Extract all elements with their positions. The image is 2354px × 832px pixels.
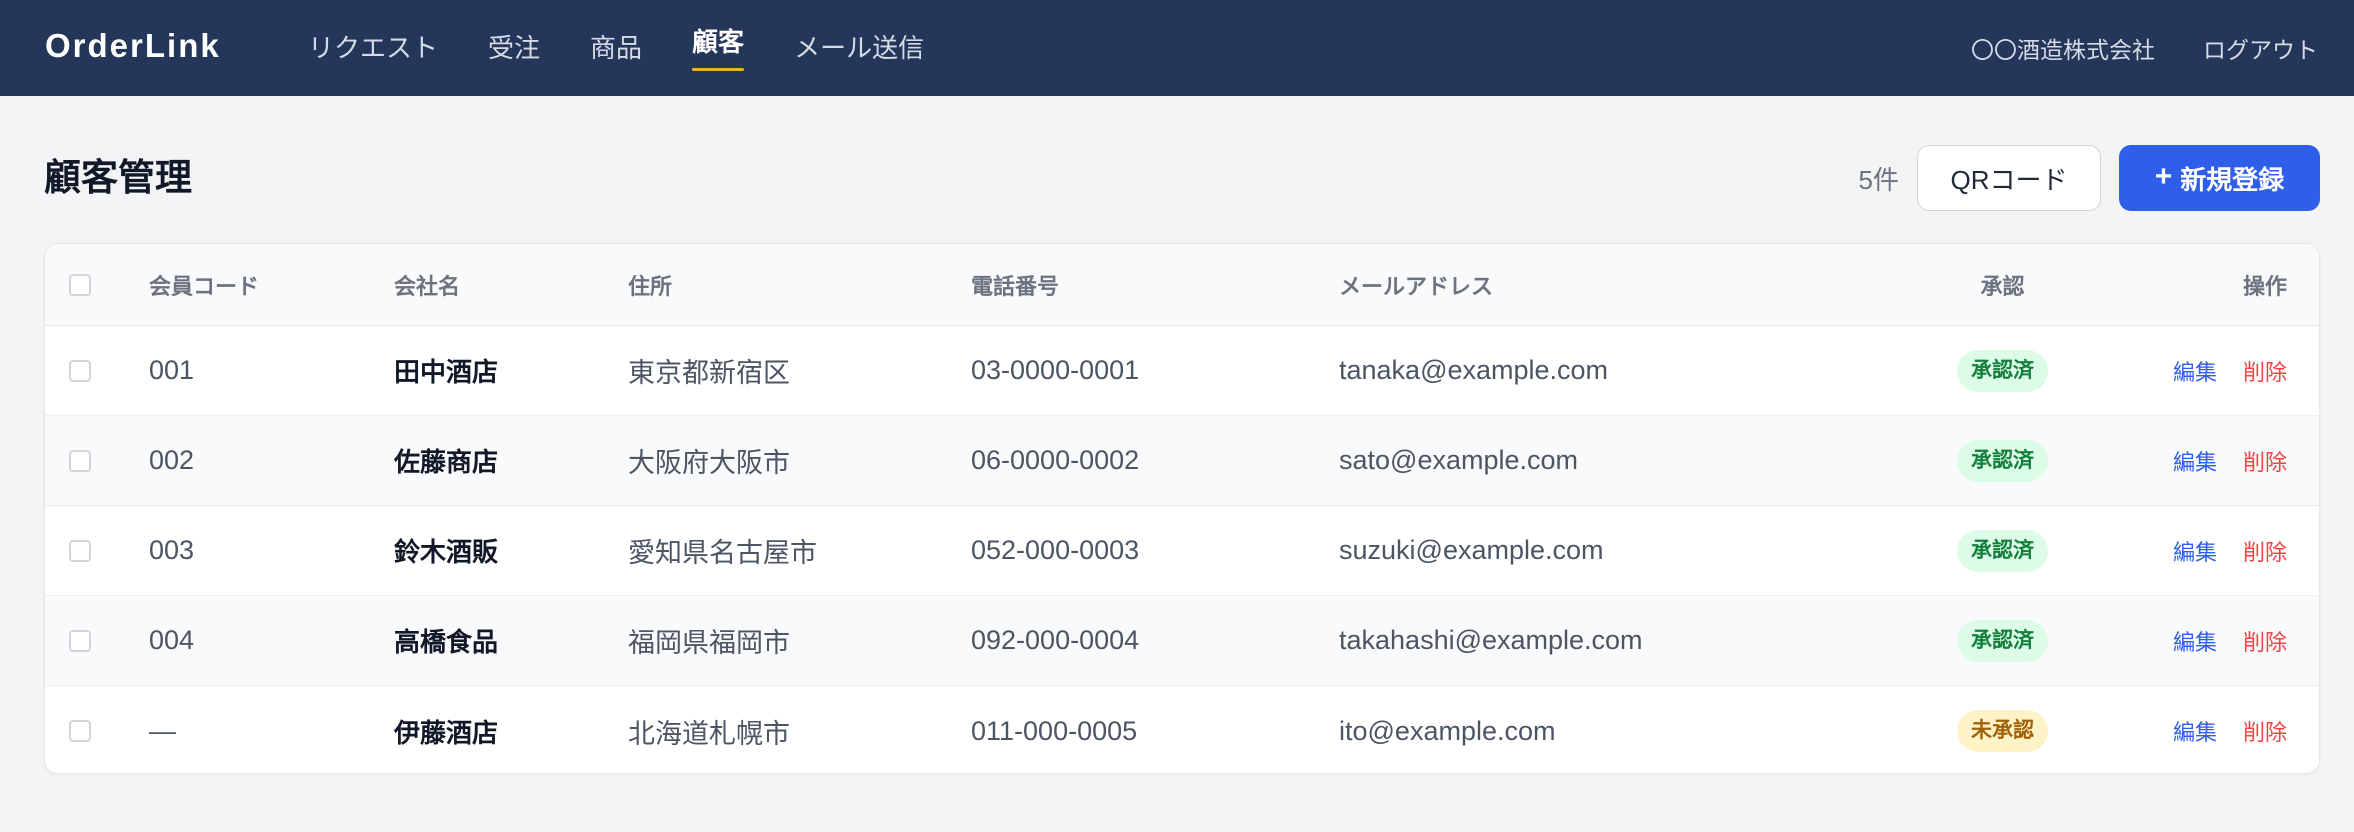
member-code: 002 <box>149 445 195 475</box>
address-cell: 福岡県福岡市 <box>628 628 790 658</box>
phone-cell: 011-000-0005 <box>971 715 1138 746</box>
phone-cell: 052-000-0003 <box>971 535 1140 565</box>
address-cell: 大阪府大阪市 <box>628 448 790 478</box>
table-row[interactable]: 001 田中酒店 東京都新宿区 03-0000-0001 tanaka@exam… <box>45 326 2319 416</box>
address-cell: 北海道札幌市 <box>628 718 790 749</box>
status-badge: 承認済 <box>1957 439 2048 482</box>
new-customer-label: 新規登録 <box>2180 164 2285 195</box>
select-all-checkbox[interactable] <box>69 273 91 296</box>
member-code: — <box>149 715 176 746</box>
row-checkbox[interactable] <box>69 539 91 562</box>
app-logo[interactable]: OrderLink <box>45 26 221 66</box>
member-code: 004 <box>149 625 195 655</box>
table-row[interactable]: 004 高橋食品 福岡県福岡市 092-000-0004 takahashi@e… <box>45 596 2319 686</box>
nav-item-products[interactable]: 商品 <box>590 0 642 96</box>
status-badge: 承認済 <box>1957 529 2048 572</box>
row-checkbox[interactable] <box>69 629 91 652</box>
member-code: 003 <box>149 535 195 565</box>
company-name-cell: 鈴木酒販 <box>394 537 499 567</box>
status-badge: 承認済 <box>1957 619 2048 662</box>
header-address[interactable]: 住所 <box>628 244 672 325</box>
address-cell: 東京都新宿区 <box>628 358 790 388</box>
row-checkbox[interactable] <box>69 359 91 382</box>
main-nav: リクエスト 受注 商品 顧客 メール送信 <box>308 0 974 96</box>
page-actions: 5件 QRコード + 新規登録 <box>1859 145 2320 211</box>
table-row[interactable]: — 伊藤酒店 北海道札幌市 011-000-0005 ito@example.c… <box>45 686 2319 773</box>
qr-code-button[interactable]: QRコード <box>1917 145 2101 211</box>
nav-item-orders[interactable]: 受注 <box>488 0 540 96</box>
delete-link[interactable]: 削除 <box>2243 715 2287 747</box>
email-cell: tanaka@example.com <box>1339 355 1609 385</box>
row-checkbox[interactable] <box>69 720 91 742</box>
nav-item-email[interactable]: メール送信 <box>794 0 924 96</box>
company-name: 〇〇酒造株式会社 <box>1971 37 2155 63</box>
email-cell: ito@example.com <box>1339 715 1556 746</box>
address-cell: 愛知県名古屋市 <box>628 538 817 568</box>
account-area: 〇〇酒造株式会社 ログアウト <box>1971 0 2318 96</box>
delete-link[interactable]: 削除 <box>2243 625 2287 657</box>
customer-table: 会員コード 会社名 住所 電話番号 メールアドレス 承認 操作 001 田中酒店… <box>44 243 2320 774</box>
status-badge: 承認済 <box>1957 349 2048 392</box>
page-title: 顧客管理 <box>44 157 192 198</box>
new-customer-button[interactable]: + 新規登録 <box>2119 145 2320 211</box>
header-actions: 操作 <box>2242 273 2287 299</box>
logout-link[interactable]: ログアウト <box>2203 31 2318 65</box>
record-count: 5件 <box>1858 164 1899 195</box>
edit-link[interactable]: 編集 <box>2173 535 2217 567</box>
row-checkbox[interactable] <box>69 449 91 472</box>
edit-link[interactable]: 編集 <box>2173 355 2217 387</box>
member-code: 001 <box>149 355 195 385</box>
top-navigation-bar: OrderLink リクエスト 受注 商品 顧客 メール送信 〇〇酒造株式会社 … <box>0 0 2354 96</box>
phone-cell: 03-0000-0001 <box>971 355 1140 385</box>
delete-link[interactable]: 削除 <box>2243 445 2287 477</box>
delete-link[interactable]: 削除 <box>2243 535 2287 567</box>
table-row[interactable]: 002 佐藤商店 大阪府大阪市 06-0000-0002 sato@exampl… <box>45 416 2319 506</box>
header-member-code[interactable]: 会員コード <box>149 244 259 325</box>
email-cell: sato@example.com <box>1339 445 1579 475</box>
header-phone[interactable]: 電話番号 <box>971 244 1059 325</box>
company-name-cell: 佐藤商店 <box>394 447 499 477</box>
header-approval[interactable]: 承認 <box>1905 244 2100 325</box>
nav-item-customers[interactable]: 顧客 <box>692 0 745 96</box>
header-company-name[interactable]: 会社名 <box>394 244 460 325</box>
edit-link[interactable]: 編集 <box>2173 625 2217 657</box>
email-cell: takahashi@example.com <box>1339 625 1643 655</box>
company-name-cell: 田中酒店 <box>394 357 499 387</box>
table-row[interactable]: 003 鈴木酒販 愛知県名古屋市 052-000-0003 suzuki@exa… <box>45 506 2319 596</box>
plus-icon: + <box>2154 159 2173 193</box>
edit-link[interactable]: 編集 <box>2173 445 2217 477</box>
table-header-row: 会員コード 会社名 住所 電話番号 メールアドレス 承認 操作 <box>45 244 2319 326</box>
company-name-cell: 伊藤酒店 <box>394 717 499 748</box>
phone-cell: 092-000-0004 <box>971 625 1140 655</box>
phone-cell: 06-0000-0002 <box>971 445 1140 475</box>
header-email[interactable]: メールアドレス <box>1339 244 1493 325</box>
edit-link[interactable]: 編集 <box>2173 715 2217 747</box>
delete-link[interactable]: 削除 <box>2243 355 2287 387</box>
email-cell: suzuki@example.com <box>1339 535 1604 565</box>
nav-item-requests[interactable]: リクエスト <box>308 0 438 96</box>
company-name-cell: 高橋食品 <box>394 627 499 657</box>
status-badge: 未承認 <box>1957 710 2048 752</box>
